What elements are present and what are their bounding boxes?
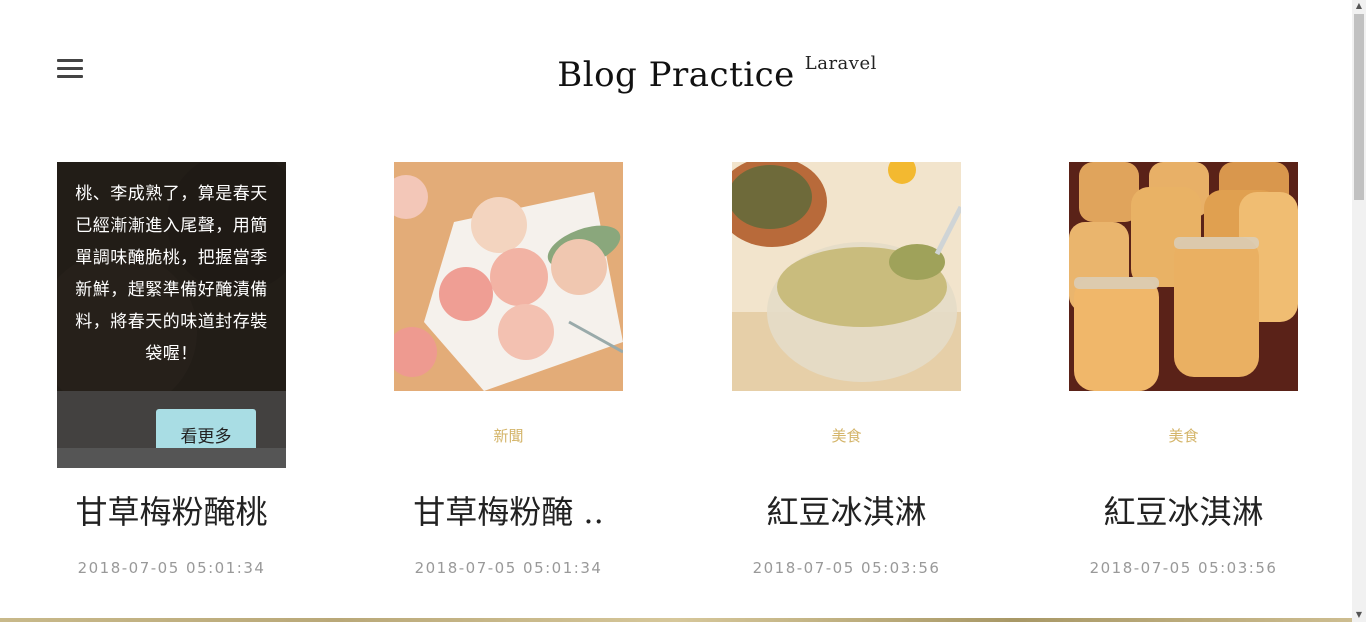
post-excerpt: 桃、李成熟了，算是春天已經漸漸進入尾聲，用簡單調味醃脆桃，把握當季新鮮，趕緊準備… [75, 184, 268, 364]
scrollbar-thumb[interactable] [1354, 14, 1364, 200]
post-thumbnail[interactable] [394, 162, 623, 391]
site-title-text: Blog Practice [557, 55, 795, 95]
post-card[interactable]: 新聞 甘草梅粉醃 .. 2018-07-05 05:01:34 [394, 162, 623, 577]
post-title[interactable]: 紅豆冰淇淋 [1049, 487, 1318, 533]
post-category[interactable]: 新聞 [394, 425, 623, 446]
post-thumbnail[interactable] [732, 162, 961, 391]
chevron-up-icon[interactable]: ▲ [1354, 1, 1364, 11]
post-title[interactable]: 甘草梅粉醃桃 [37, 487, 306, 533]
vertical-scrollbar[interactable]: ▲ ▼ [1352, 0, 1366, 622]
peaches-on-plate-image [394, 162, 623, 391]
post-date: 2018-07-05 05:01:34 [414, 559, 603, 577]
site-title[interactable]: Blog Practice Laravel [557, 53, 876, 95]
post-category[interactable]: 美食 [1069, 425, 1298, 446]
mung-bean-soup-image [732, 162, 961, 391]
post-hover-overlay: 桃、李成熟了，算是春天已經漸漸進入尾聲，用簡單調味醃脆桃，把握當季新鮮，趕緊準備… [57, 162, 286, 468]
overlay-footer-bar [57, 448, 286, 468]
next-section-edge [0, 618, 1352, 622]
site-brand[interactable]: Blog Practice Laravel [0, 53, 1352, 95]
post-thumbnail[interactable] [1069, 162, 1298, 391]
post-date: 2018-07-05 05:03:56 [1089, 559, 1278, 577]
chevron-down-icon[interactable]: ▼ [1354, 610, 1364, 620]
pickled-jars-image [1069, 162, 1298, 391]
post-title[interactable]: 甘草梅粉醃 .. [374, 487, 643, 533]
post-card[interactable]: 美食 紅豆冰淇淋 2018-07-05 05:03:56 [1069, 162, 1298, 577]
post-date: 2018-07-05 05:01:34 [77, 559, 266, 577]
site-subtitle: Laravel [804, 53, 877, 74]
post-category[interactable]: 美食 [732, 425, 961, 446]
post-title[interactable]: 紅豆冰淇淋 [712, 487, 981, 533]
post-card[interactable]: 桃、李成熟了，算是春天已經漸漸進入尾聲，用簡單調味醃脆桃，把握當季新鮮，趕緊準備… [57, 162, 286, 577]
post-date: 2018-07-05 05:03:56 [752, 559, 941, 577]
post-card[interactable]: 美食 紅豆冰淇淋 2018-07-05 05:03:56 [732, 162, 961, 577]
